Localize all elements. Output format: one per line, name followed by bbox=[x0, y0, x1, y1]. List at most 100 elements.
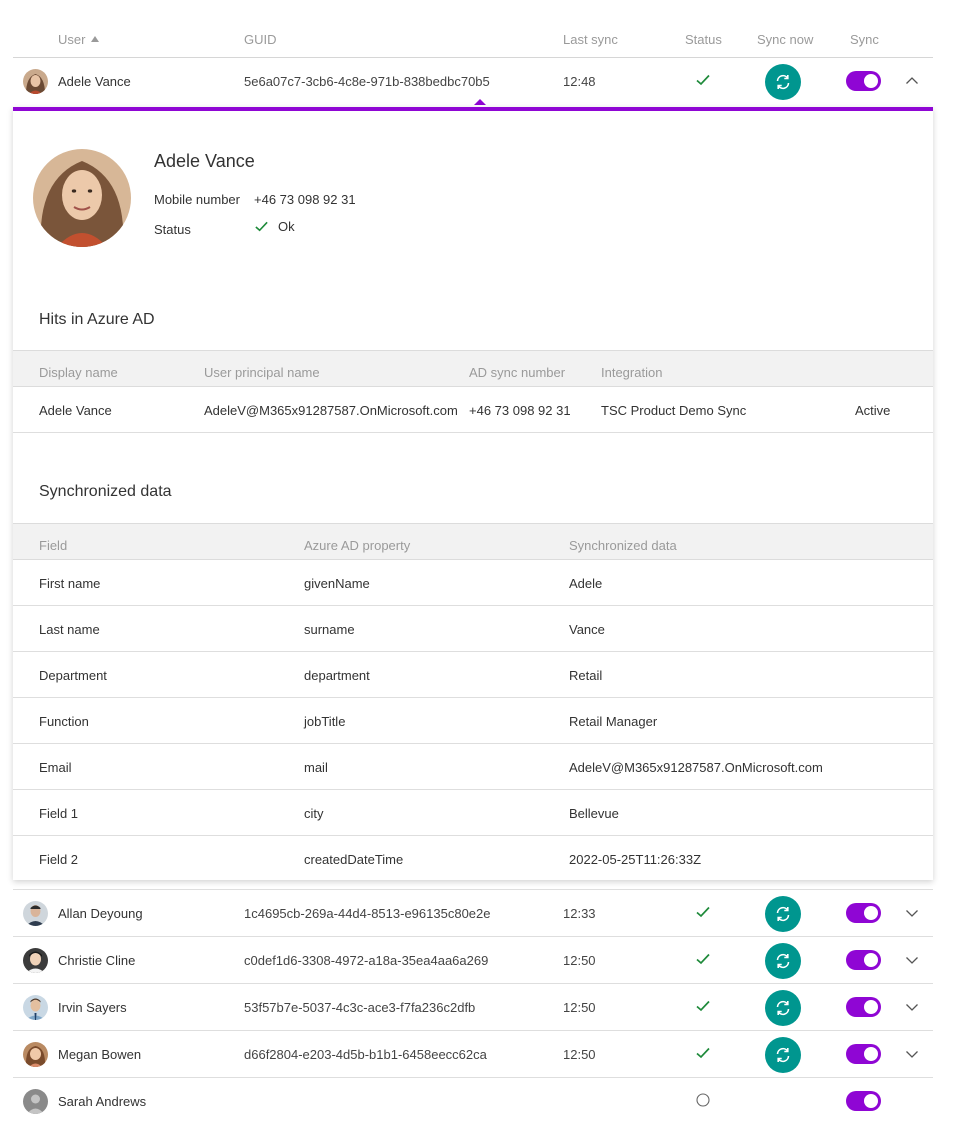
last-sync-time: 12:48 bbox=[563, 74, 596, 89]
hit-integration: TSC Product Demo Sync bbox=[601, 403, 747, 418]
chevron-down-icon[interactable] bbox=[904, 999, 920, 1015]
last-sync-time: 12:50 bbox=[563, 953, 596, 968]
sync-now-button[interactable] bbox=[765, 896, 801, 932]
sync-toggle[interactable] bbox=[846, 903, 881, 923]
table-row[interactable]: Allan Deyoung 1c4695cb-269a-44d4-8513-e9… bbox=[13, 890, 933, 937]
user-name: Sarah Andrews bbox=[58, 1094, 147, 1109]
sync-field: Field 2 bbox=[39, 852, 79, 867]
sync-toggle[interactable] bbox=[846, 950, 881, 970]
sync-data-row: Field 2 createdDateTime 2022-05-25T11:26:3… bbox=[13, 836, 933, 882]
chevron-down-icon[interactable] bbox=[904, 1046, 920, 1062]
mobile-value: +46 73 098 92 31 bbox=[254, 192, 356, 207]
hit-state: Active bbox=[855, 403, 891, 418]
chevron-down-icon[interactable] bbox=[904, 952, 920, 968]
refresh-icon bbox=[776, 906, 790, 922]
pending-circle-icon bbox=[695, 1092, 711, 1108]
sync-toggle[interactable] bbox=[846, 1044, 881, 1064]
sync-value: Vance bbox=[569, 622, 605, 637]
toggle-knob bbox=[864, 1000, 878, 1014]
user-guid: 53f57b7e-5037-4c3c-ace3-f7fa236c2dfb bbox=[244, 1000, 476, 1015]
sync-now-button[interactable] bbox=[765, 1037, 801, 1073]
check-icon bbox=[695, 998, 711, 1014]
sync-now-button[interactable] bbox=[765, 990, 801, 1026]
status-value: Ok bbox=[254, 219, 295, 234]
mobile-label: Mobile number bbox=[154, 192, 240, 207]
hit-upn: AdeleV@M365x91287587.OnMicrosoft.com bbox=[204, 403, 458, 418]
refresh-icon bbox=[776, 953, 790, 969]
status-text: Ok bbox=[278, 219, 295, 234]
refresh-icon bbox=[776, 74, 790, 90]
check-icon bbox=[695, 1045, 711, 1061]
sync-data-row: Function jobTitle Retail Manager bbox=[13, 698, 933, 744]
hits-title: Hits in Azure AD bbox=[39, 311, 155, 328]
check-icon bbox=[255, 221, 268, 232]
user-name: Adele Vance bbox=[58, 74, 131, 89]
user-detail-panel: Adele Vance Mobile number +46 73 098 92 … bbox=[13, 107, 933, 880]
column-header-guid[interactable]: GUID bbox=[244, 32, 277, 47]
sync-property: mail bbox=[304, 760, 328, 775]
column-header-user[interactable]: User bbox=[58, 32, 100, 47]
last-sync-time: 12:50 bbox=[563, 1047, 596, 1062]
table-row[interactable]: Adele Vance 5e6a07c7-3cb6-4c8e-971b-838b… bbox=[13, 58, 933, 105]
user-rows: Allan Deyoung 1c4695cb-269a-44d4-8513-e9… bbox=[13, 889, 933, 1125]
sync-property: jobTitle bbox=[304, 714, 346, 729]
status-label: Status bbox=[154, 222, 191, 237]
detail-user-name: Adele Vance bbox=[154, 151, 255, 171]
sync-toggle[interactable] bbox=[846, 997, 881, 1017]
user-name: Allan Deyoung bbox=[58, 906, 143, 921]
check-icon bbox=[695, 72, 711, 88]
sync-col-data: Synchronized data bbox=[569, 538, 677, 553]
column-header-status[interactable]: Status bbox=[685, 32, 722, 47]
sync-field: Function bbox=[39, 714, 89, 729]
user-name: Irvin Sayers bbox=[58, 1000, 127, 1015]
check-icon bbox=[695, 904, 711, 920]
toggle-knob bbox=[864, 74, 878, 88]
table-header: User GUID Last sync Status Sync now Sync bbox=[13, 0, 933, 58]
sync-now-button[interactable] bbox=[765, 64, 801, 100]
synchronized-data-title: Synchronized data bbox=[39, 483, 172, 500]
column-header-sync: Sync bbox=[850, 32, 879, 47]
hit-display-name: Adele Vance bbox=[39, 403, 112, 418]
last-sync-time: 12:50 bbox=[563, 1000, 596, 1015]
hits-row: Adele Vance AdeleV@M365x91287587.OnMicro… bbox=[13, 387, 933, 433]
user-guid: c0def1d6-3308-4972-a18a-35ea4aa6a269 bbox=[244, 953, 489, 968]
table-row[interactable]: Irvin Sayers 53f57b7e-5037-4c3c-ace3-f7f… bbox=[13, 984, 933, 1031]
column-header-sync-now: Sync now bbox=[757, 32, 814, 47]
sync-property: createdDateTime bbox=[304, 852, 404, 867]
user-guid: 5e6a07c7-3cb6-4c8e-971b-838bedbc70b5 bbox=[244, 74, 490, 89]
hits-col-ad-sync-number: AD sync number bbox=[469, 365, 566, 380]
sync-toggle[interactable] bbox=[846, 1091, 881, 1111]
sync-property: city bbox=[304, 806, 324, 821]
hits-col-display-name: Display name bbox=[39, 365, 118, 380]
sync-toggle[interactable] bbox=[846, 71, 881, 91]
sync-property: surname bbox=[304, 622, 355, 637]
column-header-last-sync[interactable]: Last sync bbox=[563, 32, 618, 47]
table-row[interactable]: Christie Cline c0def1d6-3308-4972-a18a-3… bbox=[13, 937, 933, 984]
hits-col-upn: User principal name bbox=[204, 365, 320, 380]
toggle-knob bbox=[864, 1047, 878, 1061]
chevron-down-icon[interactable] bbox=[904, 905, 920, 921]
sync-value: Adele bbox=[569, 576, 603, 591]
sync-data-row: Last name surname Vance bbox=[13, 606, 933, 652]
chevron-up-icon[interactable] bbox=[904, 73, 920, 89]
sync-now-button[interactable] bbox=[765, 943, 801, 979]
avatar bbox=[23, 948, 48, 973]
table-row[interactable]: Megan Bowen d66f2804-e203-4d5b-b1b1-6458… bbox=[13, 1031, 933, 1078]
sync-col-field: Field bbox=[39, 538, 68, 553]
user-name: Megan Bowen bbox=[58, 1047, 142, 1062]
avatar bbox=[23, 995, 48, 1020]
sync-value: Retail Manager bbox=[569, 714, 658, 729]
user-guid: d66f2804-e203-4d5b-b1b1-6458eecc62ca bbox=[244, 1047, 487, 1062]
table-row[interactable]: Sarah Andrews bbox=[13, 1078, 933, 1125]
user-sync-table: User GUID Last sync Status Sync now Sync… bbox=[13, 0, 933, 1125]
sync-field: Field 1 bbox=[39, 806, 79, 821]
hits-col-integration: Integration bbox=[601, 365, 663, 380]
user-guid: 1c4695cb-269a-44d4-8513-e96135c80e2e bbox=[244, 906, 491, 921]
avatar-placeholder bbox=[23, 1089, 48, 1114]
sync-field: Department bbox=[39, 668, 107, 683]
sync-data-row: Field 1 city Bellevue bbox=[13, 790, 933, 836]
sync-col-property: Azure AD property bbox=[304, 538, 411, 553]
sync-property: givenName bbox=[304, 576, 370, 591]
refresh-icon bbox=[776, 1000, 790, 1016]
avatar bbox=[23, 1042, 48, 1067]
